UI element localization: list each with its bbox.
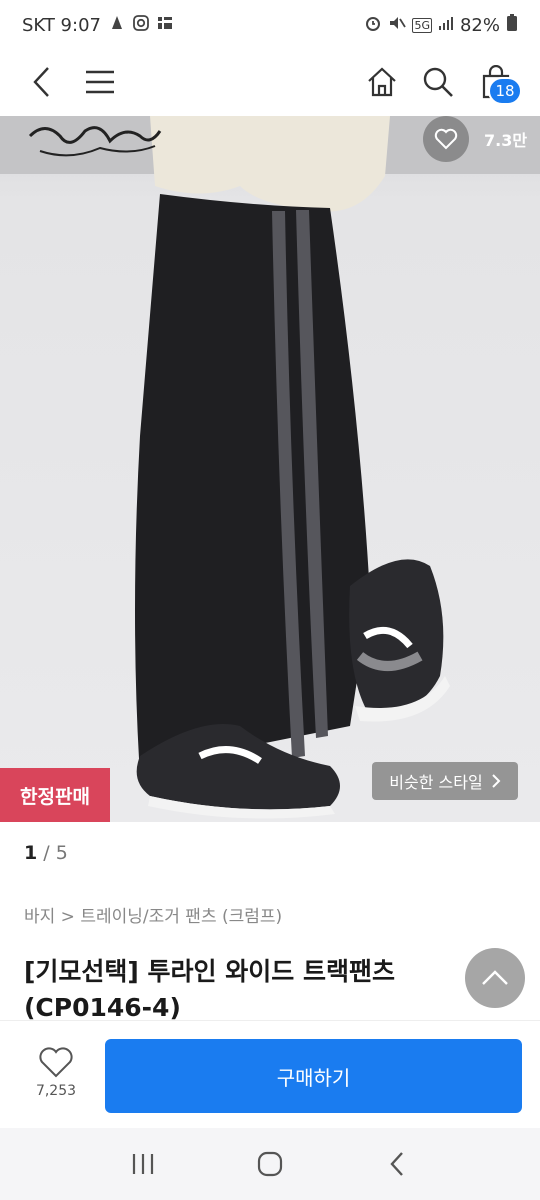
scroll-top-button[interactable] <box>465 948 525 1008</box>
like-count: 7.3만 <box>484 131 528 150</box>
chevron-up-icon <box>482 970 508 985</box>
wishlist-count: 7,253 <box>35 1083 77 1099</box>
system-nav-bar <box>0 1128 540 1200</box>
breadcrumb[interactable]: 바지 > 트레이닝/조거 팬츠 (크럼프) <box>24 902 282 927</box>
back-arrow-icon <box>33 67 49 97</box>
search-button[interactable] <box>414 58 462 106</box>
heart-outline-icon <box>39 1047 73 1078</box>
search-icon <box>423 67 453 97</box>
chevron-right-icon <box>491 774 501 788</box>
similar-style-button[interactable]: 비슷한 스타일 <box>372 762 518 800</box>
similar-style-label: 비슷한 스타일 <box>389 773 483 792</box>
home-button[interactable] <box>358 58 406 106</box>
mute-icon <box>388 14 407 37</box>
heart-icon <box>434 128 458 150</box>
status-bar: SKT 9:07 5G 82% <box>0 0 540 50</box>
signal-icon <box>438 15 454 36</box>
menu-button[interactable] <box>76 58 124 106</box>
instagram-icon <box>133 14 149 36</box>
limited-sale-badge: 한정판매 <box>0 768 110 822</box>
battery-icon <box>506 13 518 37</box>
pager-current: 1 <box>24 842 38 864</box>
network-type: 5G <box>412 17 432 33</box>
back-chevron-icon <box>390 1152 403 1176</box>
home-icon <box>368 67 396 97</box>
home-circle-icon <box>257 1151 283 1177</box>
recent-apps-button[interactable] <box>123 1144 163 1184</box>
wishlist-button[interactable]: 7,253 <box>30 1047 82 1099</box>
alarm-icon <box>364 14 382 37</box>
pager-total: / 5 <box>43 842 68 864</box>
back-button[interactable] <box>18 58 66 106</box>
like-button[interactable] <box>423 116 469 162</box>
cart-count-badge: 18 <box>488 77 522 105</box>
product-photo <box>0 116 540 822</box>
notification-icon <box>109 14 125 37</box>
status-carrier-time: SKT 9:07 <box>22 14 101 36</box>
menu-icon <box>86 70 114 94</box>
product-title: [기모선택] 투라인 와이드 트랙팬츠 (CP0146-4) <box>24 957 395 1020</box>
battery-percent: 82% <box>459 14 500 36</box>
recent-apps-icon <box>133 1154 154 1174</box>
buy-button[interactable]: 구매하기 <box>105 1039 522 1113</box>
back-system-button[interactable] <box>377 1144 417 1184</box>
home-system-button[interactable] <box>250 1144 290 1184</box>
nav-bar <box>0 50 540 116</box>
image-pager: 1 / 5 <box>24 842 68 864</box>
app-icon <box>157 15 173 36</box>
bottom-action-bar: 7,253 구매하기 <box>0 1020 540 1128</box>
product-image[interactable] <box>0 116 540 822</box>
